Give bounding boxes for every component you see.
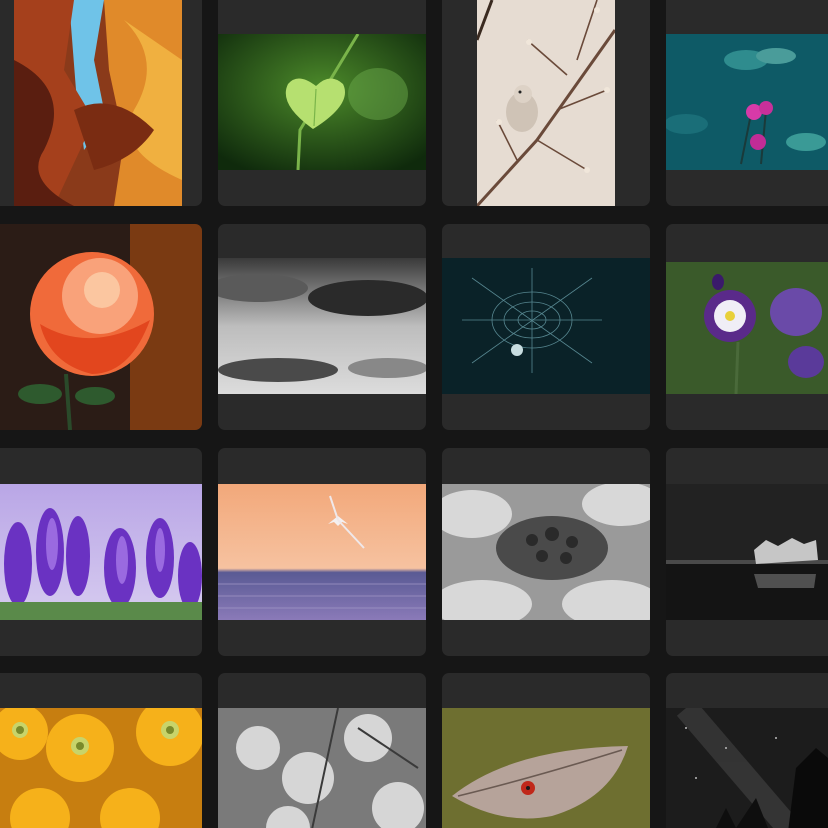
- photo-card-lotus[interactable]: [666, 0, 828, 206]
- seagull-sunset-photo[interactable]: [218, 484, 426, 620]
- ladybug-leaf-photo[interactable]: [442, 708, 650, 828]
- spiderweb-photo[interactable]: [442, 258, 650, 394]
- bird-branch-photo[interactable]: [477, 0, 615, 206]
- photo-card-web[interactable]: [442, 224, 650, 430]
- yellow-daisies-photo[interactable]: [0, 708, 202, 828]
- tortoise-photo[interactable]: [442, 484, 650, 620]
- clouds-photo[interactable]: [218, 258, 426, 394]
- leaf-photo[interactable]: [218, 34, 426, 170]
- photo-card-daisies[interactable]: [0, 673, 202, 828]
- photo-card-tortoise[interactable]: [442, 448, 650, 656]
- photo-card-splash[interactable]: [666, 448, 828, 656]
- photo-card-columbine[interactable]: [666, 224, 828, 430]
- photo-card-seagull[interactable]: [218, 448, 426, 656]
- blossoms-photo[interactable]: [218, 708, 426, 828]
- lotus-pond-photo[interactable]: [666, 34, 828, 170]
- photo-card-canyon[interactable]: [0, 0, 202, 206]
- photo-card-clouds[interactable]: [218, 224, 426, 430]
- canyon-photo[interactable]: [14, 0, 182, 206]
- photo-card-rose[interactable]: [0, 224, 202, 430]
- photo-grid: [0, 0, 828, 828]
- splash-photo[interactable]: [666, 484, 828, 620]
- rose-photo[interactable]: [0, 224, 202, 430]
- photo-card-bird[interactable]: [442, 0, 650, 206]
- columbine-photo[interactable]: [666, 262, 828, 394]
- photo-card-night[interactable]: [666, 673, 828, 828]
- photo-card-blossoms[interactable]: [218, 673, 426, 828]
- crocus-photo[interactable]: [0, 484, 202, 620]
- photo-card-crocus[interactable]: [0, 448, 202, 656]
- photo-card-ladybug[interactable]: [442, 673, 650, 828]
- night-sky-photo[interactable]: [666, 708, 828, 828]
- photo-card-leaf[interactable]: [218, 0, 426, 206]
